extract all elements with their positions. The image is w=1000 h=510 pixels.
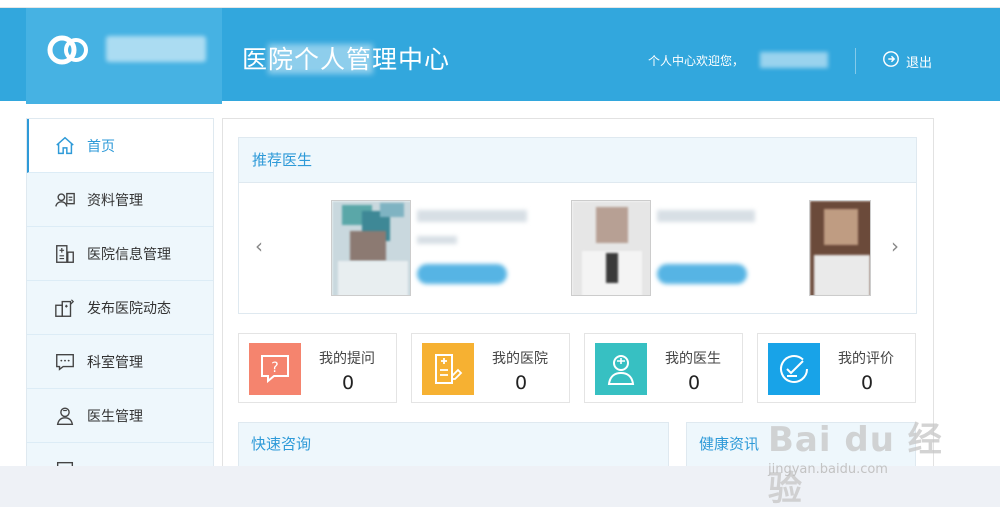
- hospital-icon: [435, 354, 463, 384]
- main-content: 推荐医生 ‹ › ? 我的提问 0 我的医院 0 我的医生 0 我的评价 0 快…: [222, 118, 934, 469]
- panel-title: 推荐医生: [239, 138, 916, 183]
- sidebar-item-label: 医生管理: [87, 408, 143, 425]
- browser-toolbar-strip: [0, 0, 1000, 8]
- redacted-doctor-name: [657, 210, 755, 222]
- profile-card-icon: [53, 188, 77, 212]
- redacted-doctor-title: [417, 236, 457, 244]
- sidebar-item-label: 发布医院动态: [87, 300, 171, 317]
- logo-mark-icon: [47, 35, 88, 65]
- question-icon: ?: [261, 355, 289, 384]
- redacted-logo-text: [106, 36, 206, 62]
- doctor-icon: [53, 404, 77, 428]
- logout-icon: [882, 50, 900, 72]
- stat-label: 我的评价: [838, 351, 894, 367]
- sidebar-item-home[interactable]: 首页: [27, 119, 213, 173]
- welcome-text: 个人中心欢迎您，: [648, 54, 745, 68]
- stat-label: 我的提问: [319, 351, 375, 367]
- stat-my-reviews[interactable]: 我的评价 0: [757, 333, 916, 403]
- redacted-doctor-name: [417, 210, 527, 222]
- stat-label: 我的医生: [665, 351, 721, 367]
- doctor-photo[interactable]: [571, 200, 651, 296]
- carousel-next-arrow[interactable]: ›: [885, 234, 905, 258]
- carousel-prev-arrow[interactable]: ‹: [249, 234, 269, 258]
- sidebar-nav: 首页 资料管理 医院信息管理 发布医院动态 科室管理 医生管理: [26, 118, 214, 497]
- stat-value: 0: [688, 372, 701, 394]
- sidebar-item-profile[interactable]: 资料管理: [27, 173, 213, 227]
- header-divider: [855, 48, 856, 74]
- hospital-icon-box: [422, 343, 474, 395]
- redacted-title-blur: [268, 44, 373, 74]
- sidebar-item-doctor[interactable]: 医生管理: [27, 389, 213, 443]
- question-icon-box: ?: [249, 343, 301, 395]
- doctor-avatar-icon-box: [595, 343, 647, 395]
- stat-value: 0: [515, 372, 528, 394]
- svg-text:?: ?: [271, 360, 278, 376]
- review-icon-box: [768, 343, 820, 395]
- redacted-username: [760, 52, 828, 68]
- sidebar-item-label: 首页: [87, 138, 115, 155]
- quick-consult-panel: 快速咨询: [238, 422, 669, 469]
- hospital-post-icon: [53, 296, 77, 320]
- stat-my-questions[interactable]: ? 我的提问 0: [238, 333, 397, 403]
- sidebar-item-label: 资料管理: [87, 192, 143, 209]
- sidebar-item-label: 科室管理: [87, 354, 143, 371]
- recommended-doctors-panel: 推荐医生 ‹ ›: [238, 137, 917, 314]
- department-chat-icon: [53, 350, 77, 374]
- health-news-panel: 健康资讯: [686, 422, 916, 469]
- doctor-photo[interactable]: [809, 200, 871, 296]
- stat-my-hospital[interactable]: 我的医院 0: [411, 333, 570, 403]
- consult-button[interactable]: [657, 264, 747, 284]
- stat-value: 0: [342, 372, 355, 394]
- sidebar-item-label: 医院信息管理: [87, 246, 171, 263]
- hospital-info-icon: [53, 242, 77, 266]
- sidebar-item-department[interactable]: 科室管理: [27, 335, 213, 389]
- stat-label: 我的医院: [492, 351, 548, 367]
- review-icon: [780, 355, 808, 383]
- logout-button[interactable]: 退出: [882, 50, 932, 72]
- consult-button[interactable]: [417, 264, 507, 284]
- doctor-avatar-icon: [607, 355, 635, 385]
- logout-label: 退出: [906, 55, 933, 71]
- stat-my-doctors[interactable]: 我的医生 0: [584, 333, 743, 403]
- doctor-photo[interactable]: [331, 200, 411, 296]
- sidebar-item-hospital-post[interactable]: 发布医院动态: [27, 281, 213, 335]
- sidebar-item-hospital-info[interactable]: 医院信息管理: [27, 227, 213, 281]
- logo[interactable]: [26, 8, 222, 104]
- stat-value: 0: [861, 372, 874, 394]
- home-icon: [53, 134, 77, 158]
- page-bottom-bar: [0, 466, 1000, 507]
